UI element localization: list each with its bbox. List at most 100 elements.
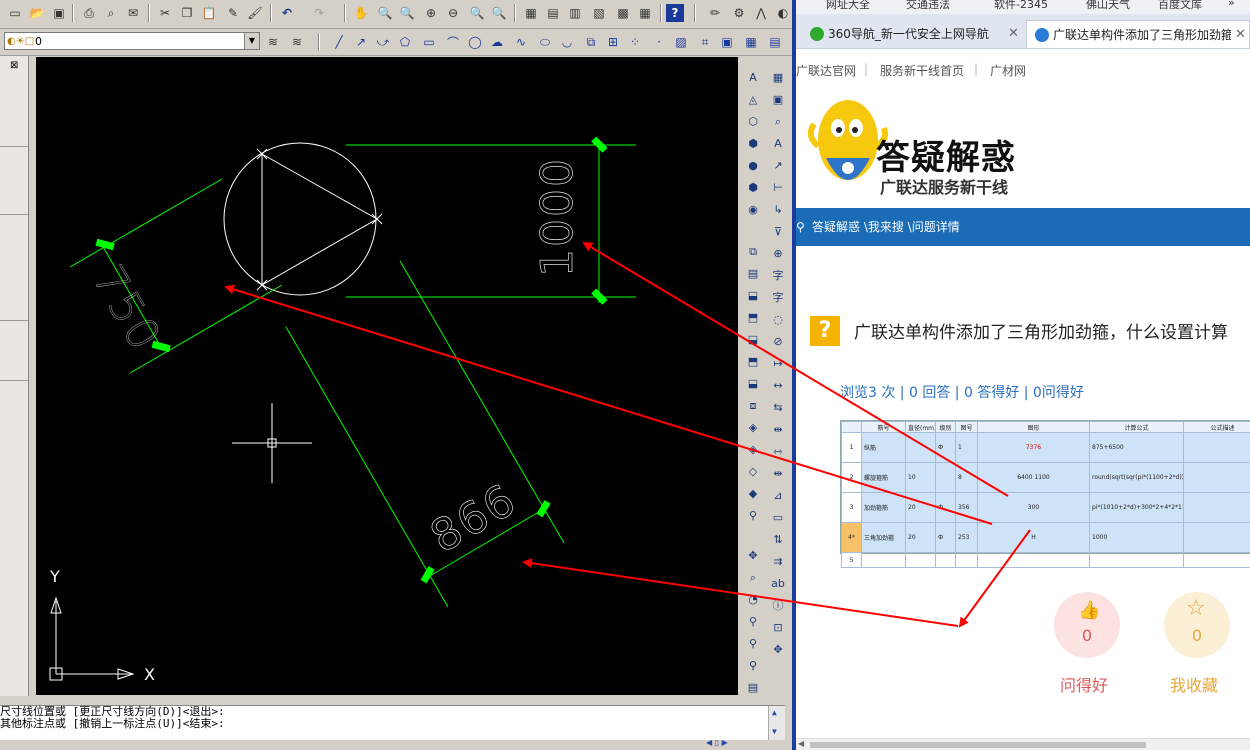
text-style-icon[interactable]: A [744, 69, 762, 87]
bookmark-item[interactable]: 网址大全 [826, 0, 870, 12]
insert-block-icon[interactable]: ⧉ [582, 33, 600, 51]
find-icon[interactable]: ⌕ [769, 113, 787, 131]
browser-hscrollbar[interactable]: ◀ [796, 738, 1250, 750]
drawing-area[interactable]: 750 1000 866 Y X [36, 57, 738, 695]
arc-icon[interactable]: ⌒ [444, 33, 462, 51]
text-2-icon[interactable]: 字 [769, 267, 787, 285]
imprint-icon[interactable]: ◆ [744, 485, 762, 503]
bookmarks-more-icon[interactable]: » [1228, 0, 1235, 9]
properties-grid-icon[interactable]: ▦ [769, 69, 787, 87]
pencil-icon[interactable]: ✏ [706, 4, 724, 22]
move-icon[interactable]: ✥ [769, 641, 787, 659]
tab-question-page[interactable]: 广联达单构件添加了三角形加劲箍 ✕ [1026, 20, 1250, 48]
pan-icon[interactable]: ✋ [352, 4, 370, 22]
linear-icon[interactable]: ↔ [769, 377, 787, 395]
zoom-rt-icon[interactable]: ⌕ [744, 569, 762, 587]
cut-icon[interactable]: ✂ [156, 4, 174, 22]
tool-icon[interactable]: ⚙ [730, 4, 748, 22]
new-icon[interactable]: ▭ [6, 4, 24, 22]
continue-icon[interactable]: ⇹ [769, 421, 787, 439]
publish-icon[interactable]: ✉ [124, 4, 142, 22]
pan-realtime-icon[interactable]: ✥ [744, 547, 762, 565]
line-icon[interactable]: ╱ [330, 33, 348, 51]
command-line[interactable]: 尺寸线位置或 [更正尺寸线方向(D)]<退出>: 其他标注点或 [撤销上一标注点… [0, 705, 785, 741]
zoom-extents-icon[interactable]: 🔍 [468, 4, 486, 22]
undo-icon[interactable]: ↶ [278, 4, 296, 22]
close-icon[interactable]: ⊠ [10, 60, 18, 71]
sphere-icon[interactable]: ● [744, 157, 762, 175]
nav-link-service-home[interactable]: 服务新干线首页 [880, 62, 964, 79]
bike-icon[interactable]: ⚲ [744, 507, 762, 525]
baseline-icon[interactable]: ⇆ [769, 399, 787, 417]
bookmark-item[interactable]: 软件-2345 [994, 0, 1048, 12]
box-icon[interactable]: ⬡ [744, 113, 762, 131]
rectangle-icon[interactable]: ▭ [420, 33, 438, 51]
extrude-icon[interactable]: ⬓ [744, 287, 762, 305]
save-icon[interactable]: ▣ [50, 4, 68, 22]
revolve-icon[interactable]: ⬒ [744, 309, 762, 327]
point-icon[interactable]: ⁘ [626, 33, 644, 51]
leader-icon[interactable]: ↗ [769, 157, 787, 175]
info-icon[interactable]: ⓘ [769, 597, 787, 615]
radius-icon[interactable]: ◌ [769, 311, 787, 329]
paste-icon[interactable]: 📋 [200, 4, 218, 22]
chevron-down-icon[interactable]: ▼ [244, 33, 259, 49]
bookmark-item[interactable]: 百度文库 [1158, 0, 1202, 12]
table-icon[interactable]: ▦ [742, 33, 760, 51]
dim-space-icon[interactable]: ⇿ [769, 443, 787, 461]
ray-icon[interactable]: ↗ [352, 33, 370, 51]
dim-update-icon[interactable]: ⇅ [769, 531, 787, 549]
gradient-icon[interactable]: ⌗ [696, 33, 714, 51]
make-block-icon[interactable]: ⊞ [604, 33, 622, 51]
cube-icon[interactable]: ⬢ [744, 179, 762, 197]
ellipse-icon[interactable]: ⬭ [536, 33, 554, 51]
markup-icon[interactable]: ▩ [614, 4, 632, 22]
walk-icon[interactable]: ⚲ [744, 635, 762, 653]
calculator-icon[interactable]: ▦ [636, 4, 654, 22]
point-single-icon[interactable]: · [650, 33, 668, 51]
layout-nav-icon[interactable]: ◀ ▯ ▶ [706, 738, 728, 747]
hatch-icon[interactable]: ▨ [672, 33, 690, 51]
image-icon[interactable]: ▣ [769, 91, 787, 109]
help-icon[interactable]: ? [666, 4, 684, 22]
render-icon[interactable]: ◉ [744, 201, 762, 219]
favorite-label[interactable]: 我收藏 [1170, 672, 1218, 696]
ordinate-icon[interactable]: ↳ [769, 201, 787, 219]
geometry-icon[interactable]: ◬ [744, 91, 762, 109]
spline-icon[interactable]: ∿ [512, 33, 530, 51]
scroll-left-icon[interactable]: ◀ [798, 739, 804, 748]
diameter-icon[interactable]: ⊘ [769, 333, 787, 351]
breadcrumb-text[interactable]: 答疑解惑 \我来搜 \问题详情 [812, 208, 960, 246]
preview-icon[interactable]: ⌕ [102, 4, 120, 22]
matchprop-icon[interactable]: ✎ [224, 4, 242, 22]
extra-icon[interactable]: ◐ [774, 4, 792, 22]
box3d-icon[interactable]: ⬢ [744, 135, 762, 153]
aligned-icon[interactable]: ↦ [769, 355, 787, 373]
bookmark-item[interactable]: 佛山天气 [1086, 0, 1130, 12]
favorite-button[interactable]: ☆ 0 [1164, 592, 1230, 658]
shell-icon[interactable]: ◇ [744, 463, 762, 481]
zoom-window-icon[interactable]: 🔍 [398, 4, 416, 22]
text-3-icon[interactable]: 字 [769, 289, 787, 307]
region-icon[interactable]: ▣ [718, 33, 736, 51]
mtext-icon[interactable]: ▤ [766, 33, 784, 51]
table-row[interactable]: 5 [841, 552, 1250, 568]
orbit-icon[interactable]: ◔ [744, 591, 762, 609]
print-icon[interactable]: ⎙ [80, 4, 98, 22]
tab-360-navigation[interactable]: 360导航_新一代安全上网导航 ✕ [802, 20, 1024, 48]
abc-icon[interactable]: ab [769, 575, 787, 593]
scroll-down-icon[interactable]: ▼ [772, 726, 777, 738]
close-icon[interactable]: ✕ [1231, 21, 1246, 48]
table-row[interactable]: 3 加劲箍筋 20 Ф 356 300 pi*(1010+2*d)+300*2+4*2… [841, 492, 1250, 523]
brush-icon[interactable]: 🖌 [246, 4, 264, 22]
command-scrollbar[interactable]: ▲ ▼ [768, 706, 785, 741]
scroll-up-icon[interactable]: ▲ [772, 707, 777, 719]
ellipse-arc-icon[interactable]: ◡ [558, 33, 576, 51]
dim-style-icon[interactable]: ▭ [769, 509, 787, 527]
zoom-out-icon[interactable]: ⊖ [444, 4, 462, 22]
view-icon[interactable]: ⧉ [744, 243, 762, 261]
subtract-icon[interactable]: ⧈ [744, 397, 762, 415]
open-icon[interactable]: 📂 [28, 4, 46, 22]
designcenter-icon[interactable]: ▤ [544, 4, 562, 22]
layer-previous-icon[interactable]: ≋ [288, 33, 306, 51]
